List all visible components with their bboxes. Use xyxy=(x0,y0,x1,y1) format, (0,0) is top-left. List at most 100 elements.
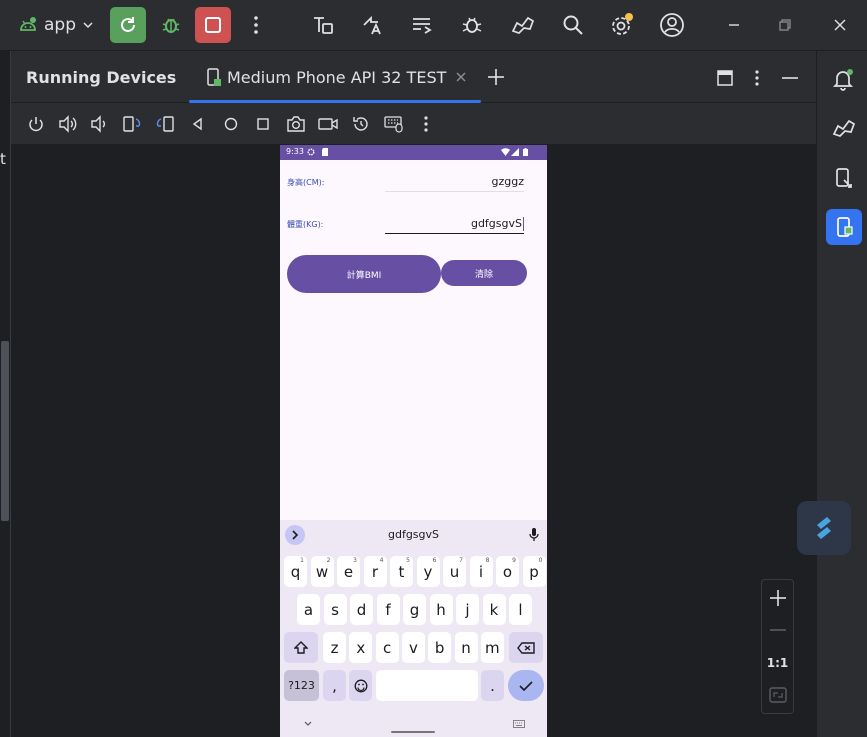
device-manager-icon xyxy=(832,166,856,190)
restore-window-button[interactable] xyxy=(767,7,803,43)
key-g[interactable]: g xyxy=(403,594,426,625)
notifications-button[interactable] xyxy=(826,61,862,97)
tab-device[interactable]: Medium Phone API 32 TEST xyxy=(189,51,481,103)
clear-button[interactable]: 清除 xyxy=(441,260,527,286)
rotate-right-button[interactable] xyxy=(154,113,176,135)
gesture-handle[interactable] xyxy=(391,731,435,733)
key-q[interactable]: q1 xyxy=(284,556,307,587)
key-s[interactable]: s xyxy=(323,594,347,625)
device-more-options-button[interactable] xyxy=(415,113,437,135)
panel-more-options-icon[interactable] xyxy=(754,69,760,87)
shift-key[interactable] xyxy=(284,632,318,663)
keyboard-input-button[interactable] xyxy=(383,113,405,135)
key-h[interactable]: h xyxy=(429,594,453,625)
app-inspection-button[interactable] xyxy=(454,7,490,43)
key-label: r xyxy=(371,562,379,581)
debug-button[interactable] xyxy=(153,7,189,43)
weight-label: 體重(KG): xyxy=(287,220,324,229)
more-vertical-icon xyxy=(423,115,429,133)
key-v[interactable]: v xyxy=(401,632,425,663)
key-u[interactable]: u7 xyxy=(443,556,466,587)
volume-down-button[interactable] xyxy=(88,113,110,135)
emoji-key[interactable] xyxy=(349,670,372,701)
run-configuration-selector[interactable]: app xyxy=(10,9,100,41)
microphone-icon[interactable] xyxy=(529,528,539,542)
height-input[interactable]: gzggz xyxy=(385,172,524,192)
overview-button[interactable] xyxy=(252,113,274,135)
translations-button[interactable] xyxy=(355,7,391,43)
power-button[interactable] xyxy=(25,113,47,135)
stop-button[interactable] xyxy=(195,7,231,43)
keyboard-switch-icon[interactable] xyxy=(513,720,525,728)
period-key[interactable]: . xyxy=(481,670,504,701)
zoom-out-icon[interactable] xyxy=(769,628,787,632)
floating-assistant-button[interactable] xyxy=(797,501,851,555)
zoom-to-fit-icon[interactable] xyxy=(769,687,787,703)
key-c[interactable]: c xyxy=(375,632,399,663)
back-button[interactable] xyxy=(187,113,209,135)
key-label: b xyxy=(434,638,445,657)
account-button[interactable] xyxy=(654,7,690,43)
key-i[interactable]: i8 xyxy=(469,556,493,587)
key-o[interactable]: o9 xyxy=(496,556,519,587)
add-device-icon[interactable] xyxy=(487,68,505,86)
key-number-hint: 9 xyxy=(512,557,516,564)
layout-inspector-button[interactable] xyxy=(305,7,341,43)
minimize-window-button[interactable] xyxy=(716,7,752,43)
key-m[interactable]: m xyxy=(480,632,504,663)
running-devices-button[interactable] xyxy=(826,209,862,245)
gemini-button[interactable] xyxy=(505,7,541,43)
rotate-left-button[interactable] xyxy=(121,113,143,135)
search-button[interactable] xyxy=(555,7,591,43)
key-b[interactable]: b xyxy=(428,632,452,663)
hide-panel-icon[interactable] xyxy=(781,76,799,80)
screenshot-button[interactable] xyxy=(285,113,307,135)
key-y[interactable]: y6 xyxy=(416,556,440,587)
key-z[interactable]: z xyxy=(323,632,346,663)
backspace-key[interactable] xyxy=(509,632,543,663)
key-w[interactable]: w2 xyxy=(310,556,334,587)
logcat-button[interactable] xyxy=(404,7,440,43)
key-t[interactable]: t5 xyxy=(390,556,413,587)
phone-screen[interactable]: 9:33 身高(CM): gzggz 體重(KG): gdfgsgvS 計算BM… xyxy=(280,145,547,737)
zoom-actual-size-button[interactable]: 1:1 xyxy=(762,656,793,670)
key-f[interactable]: f xyxy=(376,594,400,625)
key-d[interactable]: d xyxy=(350,594,373,625)
key-p[interactable]: p0 xyxy=(522,556,546,587)
key-r[interactable]: r4 xyxy=(363,556,387,587)
key-n[interactable]: n xyxy=(454,632,478,663)
device-manager-button[interactable] xyxy=(826,160,862,196)
key-label: a xyxy=(303,600,314,619)
home-button[interactable] xyxy=(220,113,242,135)
gemini-sidebar-button[interactable] xyxy=(826,110,862,146)
symbols-key[interactable]: ?123 xyxy=(284,670,319,701)
key-j[interactable]: j xyxy=(456,594,479,625)
suggestion-word[interactable]: gdfgsgvS xyxy=(280,528,547,541)
key-number-hint: 1 xyxy=(300,557,304,564)
close-tab-icon[interactable] xyxy=(456,72,466,82)
space-key[interactable] xyxy=(376,670,478,701)
key-number-hint: 4 xyxy=(379,557,384,564)
comma-key[interactable]: , xyxy=(323,670,346,701)
key-a[interactable]: a xyxy=(297,594,320,625)
more-actions-button[interactable] xyxy=(238,7,274,43)
snapshots-button[interactable] xyxy=(350,113,372,135)
key-x[interactable]: x xyxy=(349,632,373,663)
zoom-controls: 1:1 xyxy=(761,579,794,714)
close-window-button[interactable] xyxy=(822,7,858,43)
volume-up-button[interactable] xyxy=(57,113,79,135)
weight-input[interactable]: gdfgsgvS xyxy=(385,213,524,234)
screen-record-button[interactable] xyxy=(317,113,339,135)
apply-changes-restart-button[interactable] xyxy=(110,7,146,43)
window-layout-icon[interactable] xyxy=(717,70,733,86)
enter-key[interactable] xyxy=(508,670,544,701)
zoom-in-icon[interactable] xyxy=(769,589,787,607)
studio-bot-icon xyxy=(831,116,857,140)
left-scrollbar-thumb[interactable] xyxy=(1,341,9,521)
key-e[interactable]: e3 xyxy=(337,556,360,587)
key-k[interactable]: k xyxy=(482,594,506,625)
calculate-bmi-button[interactable]: 計算BMI xyxy=(287,255,441,293)
settings-button[interactable] xyxy=(604,7,640,43)
hide-keyboard-icon[interactable] xyxy=(304,721,312,727)
key-l[interactable]: l xyxy=(509,594,532,625)
